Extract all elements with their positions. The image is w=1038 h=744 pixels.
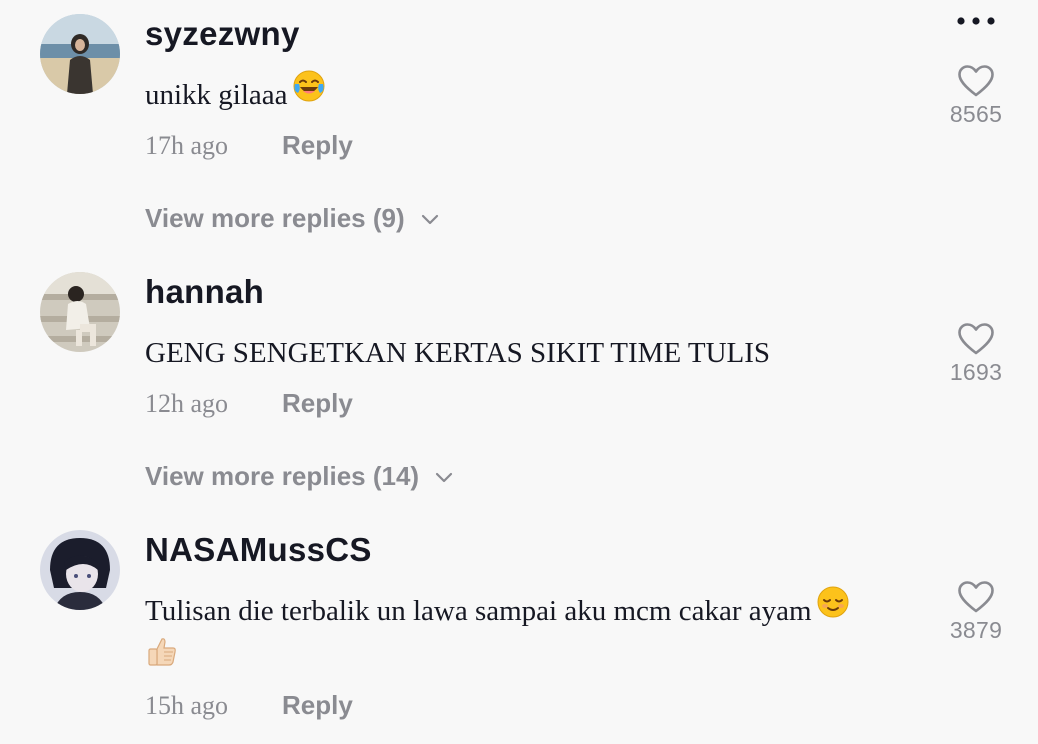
like-count: 8565 (949, 101, 1003, 127)
like-button[interactable]: 3879 (936, 580, 1016, 644)
avatar[interactable] (40, 530, 120, 610)
comment-timestamp: 15h ago (145, 690, 229, 720)
comment-username[interactable]: syzezwny (145, 14, 300, 54)
view-more-replies-label: View more replies (14) (145, 461, 420, 491)
comment-text: Tulisan die terbalik un lawa sampai aku … (145, 586, 925, 685)
comment-timestamp: 12h ago (145, 388, 229, 418)
view-more-replies-button[interactable]: View more replies (14) (145, 461, 453, 492)
avatar[interactable] (40, 14, 120, 94)
avatar[interactable] (40, 272, 120, 352)
comment-username[interactable]: hannah (145, 272, 264, 312)
chevron-down-icon (435, 472, 453, 482)
view-more-replies-label: View more replies (9) (145, 203, 405, 233)
comment-meta: 12h ago Reply (145, 388, 353, 419)
view-more-replies-button[interactable]: View more replies (9) (145, 203, 439, 234)
like-count: 1693 (949, 359, 1003, 385)
more-horizontal-icon (957, 17, 995, 25)
comment-meta: 17h ago Reply (145, 130, 353, 161)
comment-text: unikk gilaaa (145, 70, 925, 121)
more-options-button[interactable] (950, 10, 1002, 32)
reply-button[interactable]: Reply (282, 130, 353, 161)
comment-username[interactable]: NASAMussCS (145, 530, 372, 570)
reply-button[interactable]: Reply (282, 388, 353, 419)
comment-text: GENG SENGETKAN KERTAS SIKIT TIME TULIS (145, 337, 771, 369)
heart-outline-icon (958, 65, 994, 97)
comment-meta: 15h ago Reply (145, 690, 353, 721)
like-button[interactable]: 8565 (936, 64, 1016, 128)
like-count: 3879 (949, 617, 1003, 643)
heart-outline-icon (958, 323, 994, 355)
laughing-tears-emoji (293, 70, 325, 102)
heart-outline-icon (958, 581, 994, 613)
comment-timestamp: 17h ago (145, 130, 229, 160)
chevron-down-icon (421, 214, 438, 224)
like-button[interactable]: 1693 (936, 322, 1016, 386)
thumbs-up-emoji (148, 638, 176, 666)
relieved-face-emoji (817, 586, 849, 618)
reply-button[interactable]: Reply (282, 690, 353, 721)
